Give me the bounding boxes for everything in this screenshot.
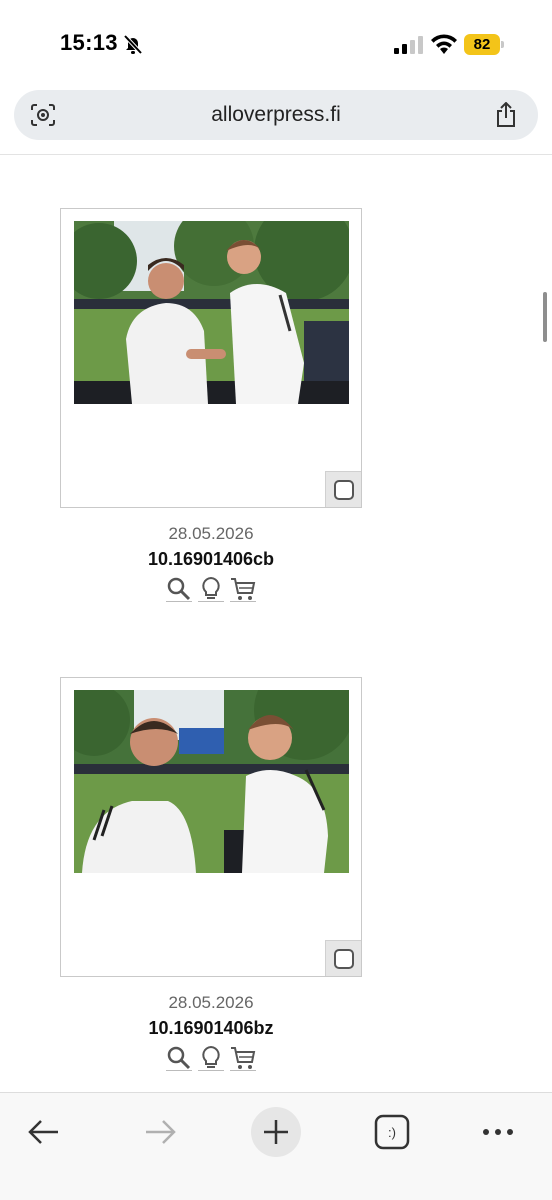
more-button[interactable] xyxy=(473,1107,523,1157)
photo-date: 28.05.2026 xyxy=(168,993,254,1012)
share-icon[interactable] xyxy=(494,102,518,128)
photo-date: 28.05.2026 xyxy=(168,524,254,543)
back-button[interactable] xyxy=(19,1107,69,1157)
photo-thumbnail[interactable] xyxy=(74,690,349,873)
status-bar: 15:13 82 xyxy=(0,0,552,88)
battery-level: 82 xyxy=(473,36,491,53)
new-tab-button[interactable] xyxy=(251,1107,301,1157)
tabs-icon-label: :) xyxy=(388,1125,396,1140)
photo-code[interactable]: 10.16901406bz xyxy=(60,1015,362,1041)
lightbulb-icon[interactable] xyxy=(198,1045,224,1071)
photo-meta: 28.05.2026 10.16901406cb xyxy=(60,522,362,604)
plus-icon xyxy=(264,1120,288,1144)
tabs-icon: :) xyxy=(374,1114,410,1150)
shopping-cart-icon[interactable] xyxy=(230,576,256,602)
photo-meta: 28.05.2026 10.16901406bz xyxy=(60,991,362,1073)
magnifier-icon[interactable] xyxy=(166,576,192,602)
magnifier-icon[interactable] xyxy=(166,1045,192,1071)
header-divider xyxy=(0,154,552,155)
photo-thumbnail[interactable] xyxy=(74,221,349,404)
photo-card[interactable] xyxy=(60,208,362,508)
forward-button[interactable] xyxy=(135,1107,185,1157)
bell-off-icon xyxy=(123,34,143,55)
browser-page: 15:13 82 alloverpress.fi 28.05.2026 10.1… xyxy=(0,0,552,1200)
url-text[interactable]: alloverpress.fi xyxy=(74,103,478,127)
more-icon xyxy=(483,1129,513,1135)
photo-actions xyxy=(60,1045,362,1073)
select-checkbox[interactable] xyxy=(325,940,361,976)
visual-search-icon[interactable] xyxy=(30,103,56,127)
tabs-button[interactable]: :) xyxy=(367,1107,417,1157)
forward-arrow-icon xyxy=(146,1120,176,1144)
address-bar[interactable]: alloverpress.fi xyxy=(14,90,538,140)
photo-code[interactable]: 10.16901406cb xyxy=(60,546,362,572)
status-time: 15:13 xyxy=(60,30,118,55)
shopping-cart-icon[interactable] xyxy=(230,1045,256,1071)
scroll-indicator[interactable] xyxy=(543,292,547,342)
battery-icon: 82 xyxy=(464,34,504,55)
photo-actions xyxy=(60,576,362,604)
wifi-icon xyxy=(431,34,457,54)
lightbulb-icon[interactable] xyxy=(198,576,224,602)
photo-card[interactable] xyxy=(60,677,362,977)
cellular-signal-icon xyxy=(394,36,423,54)
bottom-toolbar: :) xyxy=(0,1092,552,1200)
back-arrow-icon xyxy=(28,1120,58,1144)
select-checkbox[interactable] xyxy=(325,471,361,507)
